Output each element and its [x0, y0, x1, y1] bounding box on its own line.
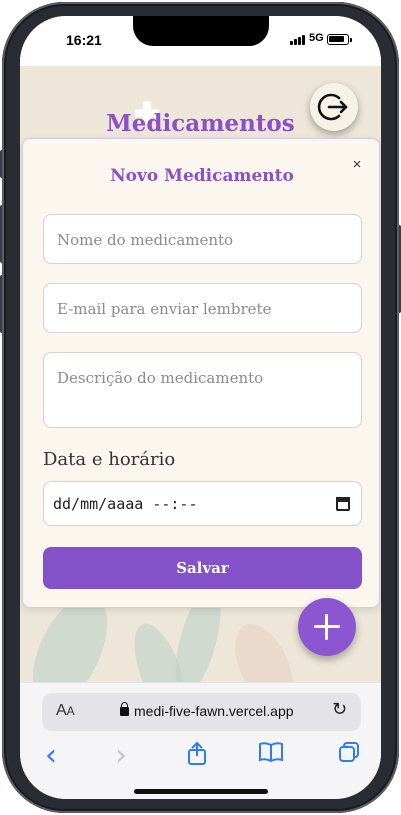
- medication-name-input[interactable]: Nome do medicamento: [43, 214, 362, 264]
- share-icon: [188, 741, 206, 765]
- app-content: Medicamentos Novo Medicamento × Nome do …: [20, 66, 381, 686]
- close-button[interactable]: ×: [349, 157, 365, 173]
- browser-toolbar: ‹ ›: [20, 741, 381, 777]
- logout-button[interactable]: [310, 83, 358, 131]
- reload-icon[interactable]: ↻: [332, 699, 347, 720]
- forward-button[interactable]: ›: [106, 741, 136, 771]
- text-size-button[interactable]: AA: [56, 702, 75, 720]
- url-text[interactable]: medi-five-fawn.vercel.app: [134, 703, 294, 719]
- calendar-icon[interactable]: [336, 497, 350, 511]
- date-time-placeholder: dd/mm/aaaa --:--: [53, 495, 198, 513]
- logout-icon: [317, 93, 348, 121]
- status-time: 16:21: [66, 32, 102, 48]
- date-time-input[interactable]: dd/mm/aaaa --:--: [43, 481, 362, 526]
- add-medication-button[interactable]: [298, 598, 356, 656]
- medication-description-textarea[interactable]: Descrição do medicamento: [43, 352, 362, 428]
- battery-icon: [327, 34, 352, 45]
- modal-title: Novo Medicamento: [110, 166, 294, 186]
- leaf-decoration: [223, 615, 305, 686]
- save-button[interactable]: Salvar: [43, 547, 362, 589]
- home-indicator[interactable]: [134, 789, 268, 794]
- book-icon: [259, 742, 283, 763]
- address-bar[interactable]: AA medi-five-fawn.vercel.app ↻: [42, 693, 361, 731]
- signal-icon: [290, 35, 305, 45]
- date-time-label: Data e horário: [43, 449, 176, 470]
- share-button[interactable]: [182, 741, 212, 771]
- tabs-icon: [339, 742, 359, 762]
- reminder-email-input[interactable]: E-mail para enviar lembrete: [43, 283, 362, 333]
- bookmarks-button[interactable]: [256, 741, 286, 771]
- browser-chrome: AA medi-five-fawn.vercel.app ↻ ‹ ›: [20, 682, 381, 799]
- new-medication-modal: Novo Medicamento × Nome do medicamento E…: [22, 138, 380, 608]
- notch: [133, 16, 269, 46]
- lock-icon: [120, 702, 129, 716]
- tabs-button[interactable]: [334, 741, 364, 771]
- phone-frame: 16:21 5G Medicamentos Novo Medicamento ×…: [0, 0, 401, 815]
- screen: 16:21 5G Medicamentos Novo Medicamento ×…: [20, 16, 381, 799]
- status-bar: 16:21 5G: [20, 16, 381, 66]
- network-label: 5G: [309, 32, 324, 44]
- back-button[interactable]: ‹: [36, 741, 66, 771]
